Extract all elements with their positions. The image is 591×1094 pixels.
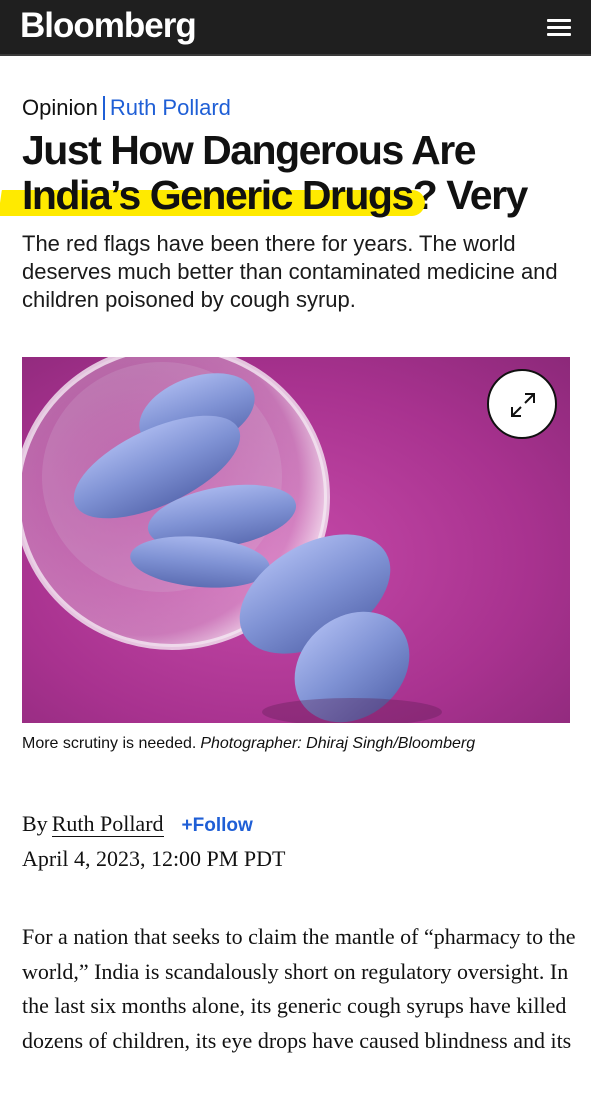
article-dek: The red flags have been there for years.… bbox=[22, 231, 558, 312]
byline: By Ruth Pollard +Follow bbox=[22, 810, 253, 840]
photo-credit: Photographer: Dhiraj Singh/Bloomberg bbox=[200, 735, 476, 752]
publish-date: April 4, 2023, 12:00 PM PDT bbox=[22, 846, 286, 871]
bloomberg-logo[interactable]: Bloomberg bbox=[20, 6, 197, 46]
kicker-author-link[interactable]: Ruth Pollard bbox=[110, 95, 231, 120]
byline-author-link[interactable]: Ruth Pollard bbox=[51, 811, 164, 837]
article-kicker: Opinion Ruth Pollard bbox=[22, 94, 231, 122]
byline-prefix: By bbox=[22, 811, 48, 836]
headline-highlighted-text: India’s Generic Drugs bbox=[22, 172, 414, 218]
expand-image-button[interactable] bbox=[487, 369, 557, 439]
article-headline: Just How Dangerous Are India’s Generic D… bbox=[22, 128, 582, 218]
kicker-divider bbox=[102, 96, 105, 120]
article-photo bbox=[22, 357, 570, 723]
menu-line bbox=[547, 19, 571, 22]
expand-arrows-icon bbox=[511, 393, 535, 417]
hamburger-menu-icon[interactable] bbox=[544, 16, 574, 42]
article-body-paragraph: For a nation that seeks to claim the man… bbox=[22, 924, 576, 1053]
caption-text: More scrutiny is needed. bbox=[22, 735, 197, 752]
headline-part-1: Just How Dangerous Are bbox=[22, 127, 477, 173]
photo-caption: More scrutiny is needed. Photographer: Dh… bbox=[22, 734, 475, 754]
menu-line bbox=[547, 33, 571, 36]
follow-button[interactable]: +Follow bbox=[182, 815, 253, 836]
section-label[interactable]: Opinion bbox=[22, 95, 98, 120]
headline-part-2: ? Very bbox=[412, 172, 529, 218]
top-navigation-bar: Bloomberg bbox=[0, 0, 591, 56]
menu-line bbox=[547, 26, 571, 29]
